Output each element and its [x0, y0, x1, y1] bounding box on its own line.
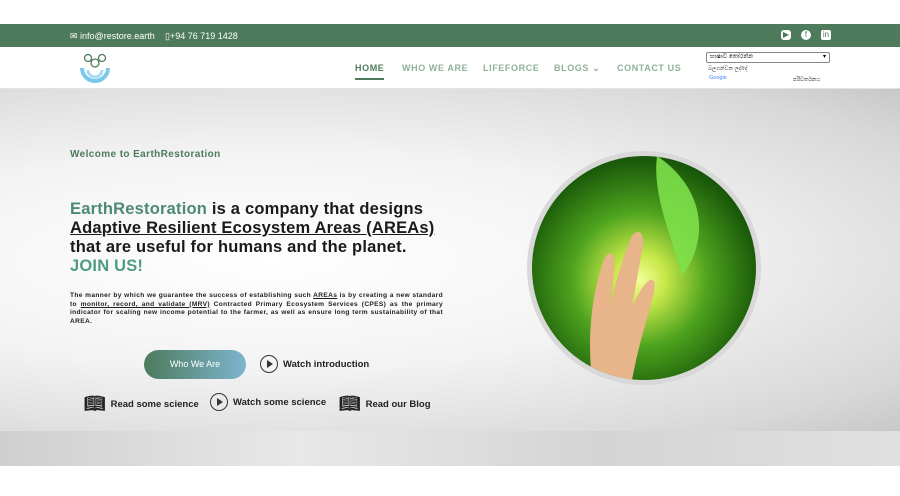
powered-by: බලගන්වන ලද්දේ	[708, 66, 748, 72]
headline: EarthRestoration is a company that desig…	[70, 200, 435, 275]
play-icon	[260, 355, 278, 373]
linkedin-icon[interactable]: in	[821, 30, 831, 40]
nav-blogs[interactable]: BLOGS ⌄	[554, 63, 600, 74]
logo[interactable]	[78, 50, 112, 86]
mrv-link[interactable]: monitor, record, and validate (MRV)	[81, 301, 210, 308]
hero-section: Welcome to EarthRestoration EarthRestora…	[0, 89, 900, 431]
google-logo: Google	[709, 75, 727, 81]
phone-link[interactable]: ▯+94 76 719 1428	[165, 31, 238, 42]
welcome-text: Welcome to EarthRestoration	[70, 149, 221, 160]
hero-image-hand-leaf	[527, 151, 761, 385]
nav-lifeforce[interactable]: LIFEFORCE	[483, 63, 539, 73]
top-bar: ✉ info@restore.earth ▯+94 76 719 1428 ▶ …	[0, 24, 900, 47]
language-select[interactable]: භාෂාව තෝරන්න ▾	[706, 52, 830, 63]
read-science-link[interactable]: 📖︎ Read some science	[84, 394, 199, 414]
areas-link[interactable]: AREAs	[313, 292, 337, 299]
section-divider	[0, 431, 900, 466]
nav-contact-us[interactable]: CONTACT US	[617, 63, 681, 73]
main-nav: HOME WHO WE ARE LIFEFORCE BLOGS ⌄ CONTAC…	[0, 47, 900, 89]
nav-home[interactable]: HOME	[355, 63, 385, 80]
join-us-link[interactable]: JOIN US!	[70, 257, 143, 275]
nav-who-we-are[interactable]: WHO WE ARE	[402, 63, 468, 73]
email-link[interactable]: ✉ info@restore.earth	[70, 31, 155, 42]
who-we-are-button[interactable]: Who We Are	[144, 350, 246, 379]
watch-science-link[interactable]: Watch some science	[210, 393, 326, 411]
translate-link[interactable]: පරිවර්තනය	[793, 77, 820, 84]
watch-introduction-link[interactable]: Watch introduction	[260, 355, 369, 373]
read-blog-link[interactable]: 📖︎ Read our Blog	[339, 394, 431, 414]
play-icon	[210, 393, 228, 411]
description: The manner by which we guarantee the suc…	[70, 292, 443, 325]
facebook-icon[interactable]: f	[801, 30, 811, 40]
youtube-icon[interactable]: ▶	[781, 30, 791, 40]
book-icon: 📖︎	[84, 394, 106, 413]
chevron-down-icon: ▾	[822, 54, 826, 60]
areas-link[interactable]: Adaptive Resilient Ecosystem Areas (AREA…	[70, 219, 435, 237]
book-icon: 📖︎	[339, 394, 361, 413]
chevron-down-icon: ⌄	[592, 63, 601, 73]
